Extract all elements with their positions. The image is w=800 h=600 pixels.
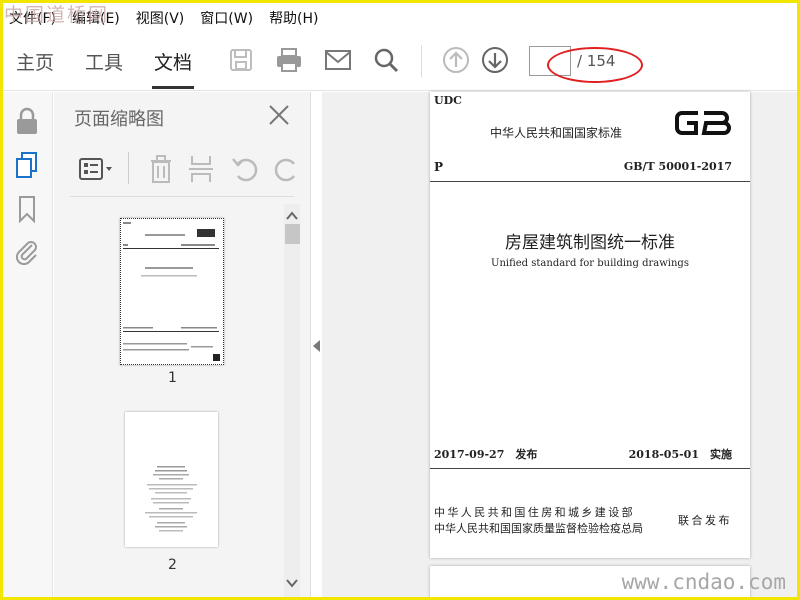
page-thumbnail-2[interactable]	[125, 412, 218, 547]
page-title-cn: 房屋建筑制图统一标准	[505, 233, 675, 253]
document-viewport[interactable]: UDC 中华人民共和国国家标准 P GB/T 50001-2017 房屋建筑制图…	[322, 92, 797, 600]
scroll-up-icon[interactable]	[286, 206, 298, 225]
bookmark-icon[interactable]	[13, 194, 41, 224]
toolbar-divider	[421, 45, 422, 77]
page-udc-label: UDC	[434, 94, 462, 107]
toolbar: 主页 工具 文档 / 154	[3, 33, 797, 91]
tab-document[interactable]: 文档	[151, 48, 195, 89]
page-thumbnail-2-preview	[145, 466, 197, 532]
panel-toolbar	[70, 152, 300, 186]
panel-divider	[70, 196, 294, 197]
page-thumbnails-icon[interactable]	[13, 150, 41, 180]
page-rule-bottom	[430, 468, 750, 469]
rotate-left-icon[interactable]	[230, 154, 258, 188]
page-rule-top	[430, 181, 750, 182]
search-icon[interactable]	[371, 45, 401, 75]
thumbnail-label-2: 2	[168, 557, 177, 573]
page-thumbnail-1-preview	[123, 222, 220, 361]
scroll-down-icon[interactable]	[286, 573, 298, 592]
delete-icon[interactable]	[148, 154, 174, 188]
menu-bar: 文件(F) 编辑(E) 视图(V) 窗口(W) 帮助(H)	[3, 3, 797, 33]
menu-window[interactable]: 窗口(W)	[194, 8, 263, 28]
page-standard-code: GB/T 50001-2017	[623, 160, 732, 173]
watermark-bottom-right: www.cndao.com	[621, 570, 786, 594]
page-date-published: 2017-09-27 发布	[434, 448, 538, 461]
menu-view[interactable]: 视图(V)	[130, 8, 195, 28]
page-date-effective: 2018-05-01 实施	[628, 448, 732, 461]
page-issuer-2: 中华人民共和国国家质量监督检验检疫总局	[434, 522, 643, 535]
thumbnail-panel: 页面缩略图 1 2	[54, 92, 311, 597]
panel-scrollbar[interactable]	[284, 204, 300, 597]
document-page-1: UDC 中华人民共和国国家标准 P GB/T 50001-2017 房屋建筑制图…	[430, 92, 750, 558]
rotate-right-icon[interactable]	[274, 154, 296, 184]
tab-tools[interactable]: 工具	[85, 48, 123, 75]
page-jointly-issued: 联合发布	[678, 514, 732, 527]
panel-title: 页面缩略图	[74, 109, 164, 130]
left-icon-rail	[3, 92, 53, 597]
panel-toolbar-divider	[128, 152, 129, 184]
page-issuer-1: 中华人民共和国住房和城乡建设部	[434, 506, 635, 519]
thumbnail-options-icon[interactable]	[78, 154, 118, 188]
save-icon[interactable]	[226, 45, 256, 75]
page-up-icon[interactable]	[441, 45, 471, 75]
page-thumbnail-1[interactable]	[120, 218, 224, 365]
scrollbar-thumb[interactable]	[285, 224, 300, 244]
page-national-standard: 中华人民共和国国家标准	[490, 126, 623, 140]
menu-help[interactable]: 帮助(H)	[263, 8, 328, 28]
page-classification: P	[434, 160, 444, 174]
close-icon[interactable]	[266, 102, 292, 128]
highlight-oval	[547, 47, 643, 83]
mail-icon[interactable]	[323, 45, 353, 75]
lock-icon[interactable]	[13, 106, 41, 136]
extract-page-icon[interactable]	[188, 154, 214, 188]
attachment-icon[interactable]	[13, 236, 41, 266]
print-icon[interactable]	[274, 45, 304, 75]
page-down-icon[interactable]	[480, 45, 510, 75]
collapse-panel-icon[interactable]	[313, 340, 320, 352]
tab-home[interactable]: 主页	[16, 48, 54, 75]
page-title-en: Unified standard for building drawings	[491, 258, 689, 269]
watermark-top-left: 中国道桥网	[4, 4, 110, 26]
gb-logo	[674, 108, 732, 142]
thumbnail-label-1: 1	[168, 370, 177, 386]
